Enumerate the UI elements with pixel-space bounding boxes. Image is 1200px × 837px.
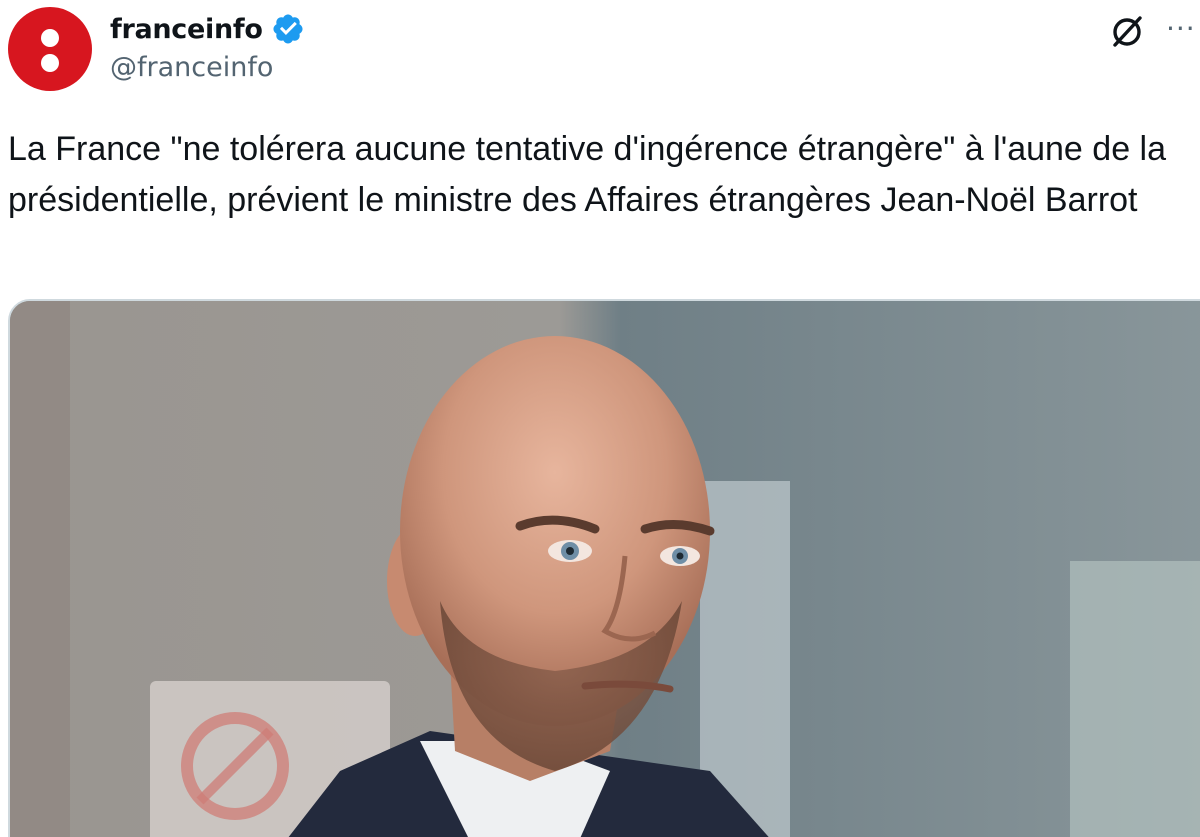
tweet-media-image[interactable] <box>8 299 1200 837</box>
avatar-dot-top <box>41 29 59 47</box>
account-handle[interactable]: @franceinfo <box>110 52 273 83</box>
more-options-icon[interactable]: ··· <box>1166 14 1200 44</box>
account-avatar[interactable] <box>8 7 92 91</box>
avatar-dot-bottom <box>41 54 59 72</box>
display-name[interactable]: franceinfo <box>110 14 263 45</box>
author-name-row: franceinfo <box>110 10 305 48</box>
tweet-text: La France "ne tolérera aucune tentative … <box>8 130 1167 219</box>
verified-badge-icon <box>271 12 305 46</box>
tweet-card: franceinfo @franceinfo ··· La France "ne… <box>0 0 1200 837</box>
grok-icon[interactable] <box>1108 12 1146 50</box>
